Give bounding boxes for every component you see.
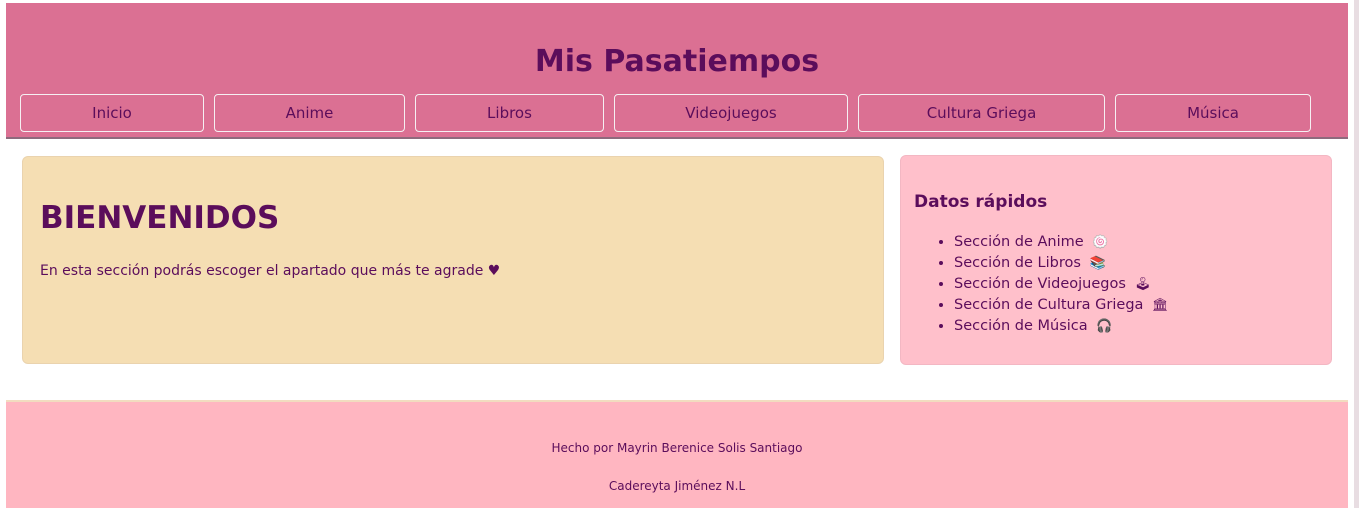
list-item-label: Sección de Libros [954, 255, 1081, 271]
quick-facts-list: Sección de Anime 🍥 Sección de Libros 📚 S… [914, 232, 1169, 337]
nav-button-musica[interactable]: Música [1115, 94, 1311, 132]
nav-button-inicio[interactable]: Inicio [20, 94, 204, 132]
list-item: Sección de Música 🎧 [954, 316, 1169, 337]
books-icon: 📚 [1089, 256, 1106, 271]
footer-location: Cadereyta Jiménez N.L [608, 479, 746, 493]
list-item: Sección de Cultura Griega 🏛 [954, 295, 1169, 316]
list-item-label: Sección de Música [954, 318, 1088, 334]
list-item-label: Sección de Anime [954, 234, 1084, 250]
site-title: Mis Pasatiempos [534, 44, 820, 79]
nav-button-cultura-griega[interactable]: Cultura Griega [858, 94, 1105, 132]
classical-building-icon: 🏛 [1152, 298, 1169, 313]
list-item: Sección de Videojuegos 🕹 [954, 274, 1169, 295]
nav-button-anime[interactable]: Anime [214, 94, 405, 132]
quick-facts-title: Datos rápidos [914, 192, 1048, 212]
welcome-text: En esta sección podrás escoger el aparta… [40, 263, 501, 279]
joystick-icon: 🕹 [1134, 277, 1152, 292]
site-header: Mis Pasatiempos Inicio Anime Libros Vide… [6, 3, 1348, 139]
welcome-card: BIENVENIDOS En esta sección podrás escog… [22, 156, 884, 364]
list-item: Sección de Anime 🍥 [954, 232, 1169, 253]
list-item: Sección de Libros 📚 [954, 253, 1169, 274]
quick-facts-card: Datos rápidos Sección de Anime 🍥 Sección… [900, 155, 1332, 365]
headphones-icon: 🎧 [1096, 319, 1113, 334]
list-item-label: Sección de Videojuegos [954, 276, 1126, 292]
scrollbar[interactable] [1354, 0, 1359, 508]
welcome-title: BIENVENIDOS [40, 200, 280, 236]
list-item-label: Sección de Cultura Griega [954, 297, 1144, 313]
nav-button-libros[interactable]: Libros [415, 94, 604, 132]
site-footer: Hecho por Mayrin Berenice Solis Santiago… [6, 400, 1348, 508]
nav-button-videojuegos[interactable]: Videojuegos [614, 94, 848, 132]
page: Mis Pasatiempos Inicio Anime Libros Vide… [0, 0, 1359, 508]
footer-author: Hecho por Mayrin Berenice Solis Santiago [551, 441, 803, 455]
fish-cake-icon: 🍥 [1092, 235, 1109, 250]
